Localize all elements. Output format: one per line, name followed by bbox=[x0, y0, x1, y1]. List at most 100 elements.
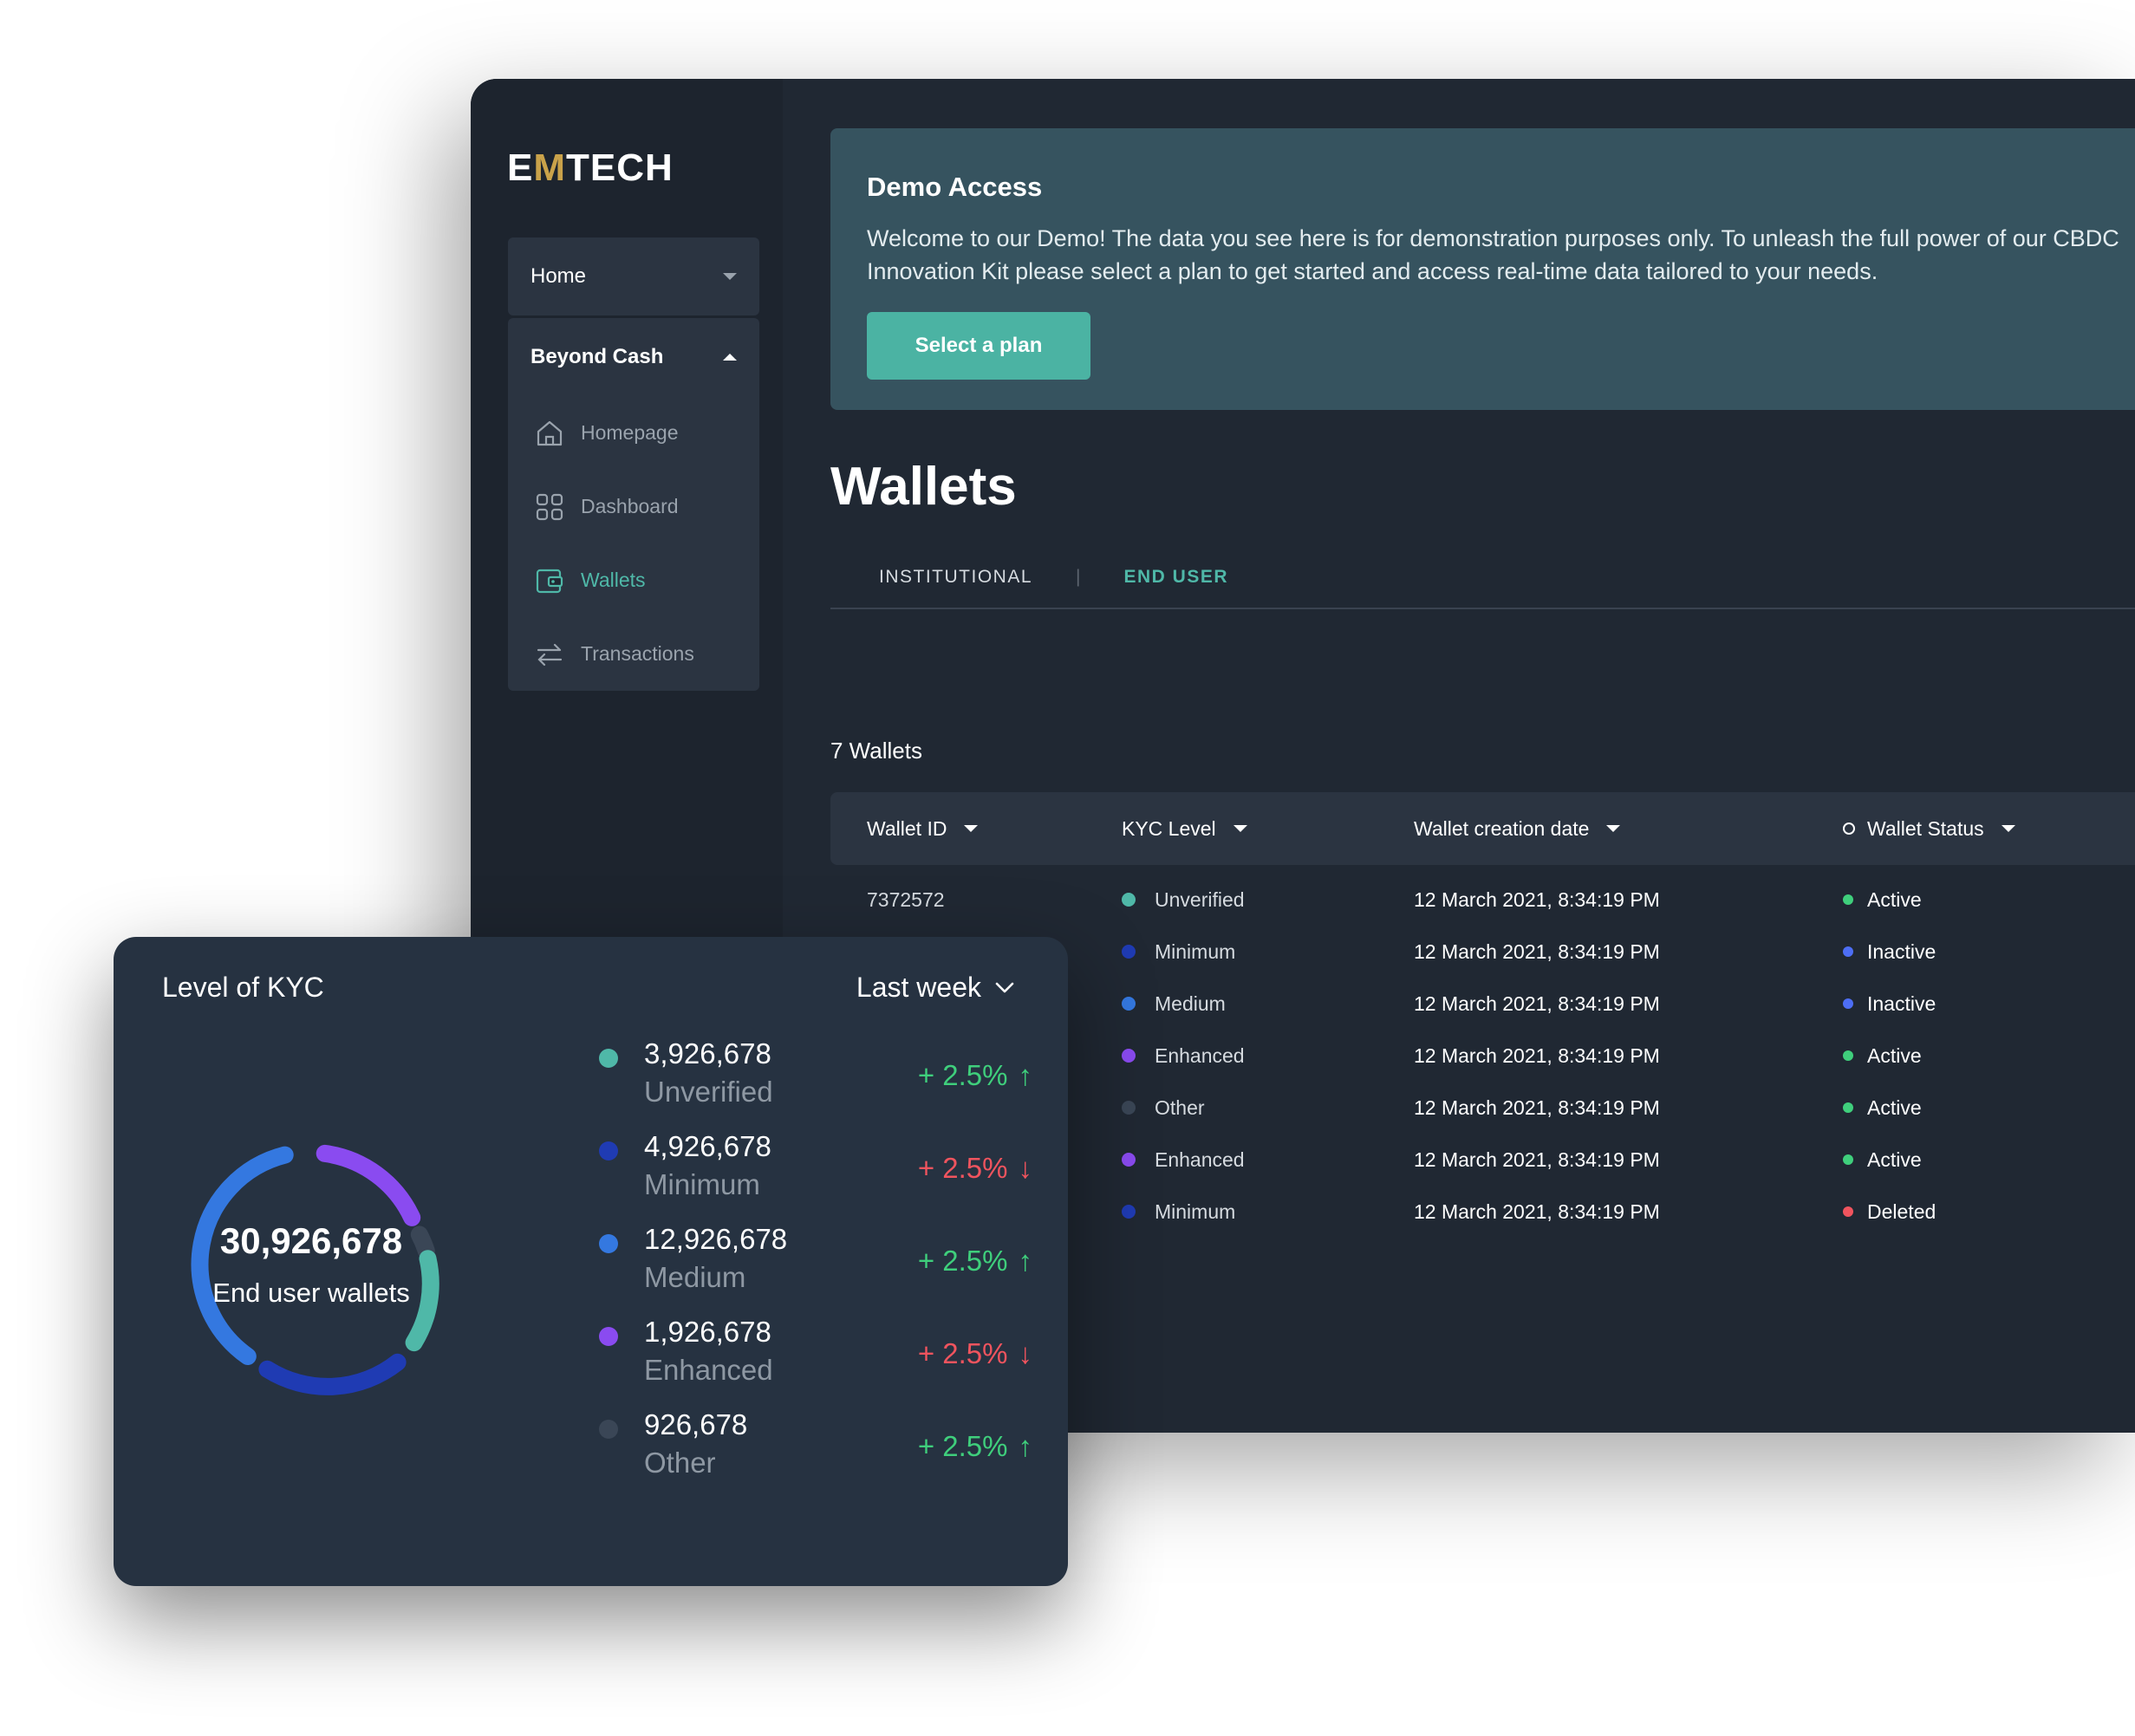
legend-name: Medium bbox=[644, 1261, 746, 1293]
legend-dot bbox=[599, 1234, 618, 1253]
sort-down-icon bbox=[1606, 825, 1621, 832]
change-value: + 2.5% bbox=[917, 1245, 1008, 1277]
banner-text: Welcome to our Demo! The data you see he… bbox=[867, 225, 2119, 284]
kyc-level: Other bbox=[1155, 1096, 1205, 1119]
creation-date-cell: 12 March 2021, 8:34:19 PM bbox=[1414, 1030, 1660, 1082]
page-title: Wallets bbox=[830, 457, 1017, 517]
kyc-level-cell: Medium bbox=[1122, 978, 1226, 1030]
banner-title: Demo Access bbox=[867, 172, 1043, 202]
trend-arrow-icon: ↑ bbox=[1018, 1430, 1033, 1462]
status-cell: Active bbox=[1843, 1134, 1922, 1186]
kyc-dot bbox=[1122, 893, 1136, 907]
status-cell: Deleted bbox=[1843, 1186, 1936, 1238]
trend-arrow-icon: ↑ bbox=[1018, 1059, 1033, 1091]
legend-value: 4,926,678 bbox=[644, 1130, 771, 1162]
legend-value: 12,926,678 bbox=[644, 1223, 788, 1255]
legend-value: 1,926,678 bbox=[644, 1316, 771, 1348]
legend-change: + 2.5% ↑ bbox=[918, 1430, 1032, 1463]
legend-name: Minimum bbox=[644, 1168, 760, 1200]
sort-down-icon bbox=[1233, 825, 1247, 832]
kyc-dot bbox=[1122, 1049, 1136, 1063]
header-label: Wallet ID bbox=[867, 816, 947, 840]
sort-down-icon bbox=[2001, 825, 2015, 832]
demo-banner: Demo Access Welcome to our Demo! The dat… bbox=[830, 128, 2135, 410]
kyc-level: Enhanced bbox=[1155, 1148, 1245, 1171]
total-wallets-label: End user wallets bbox=[212, 1278, 410, 1308]
creation-date-cell: 12 March 2021, 8:34:19 PM bbox=[1414, 1082, 1660, 1134]
sidebar-item-wallets[interactable]: Wallets bbox=[508, 543, 759, 617]
wallet-count: 7 Wallets bbox=[830, 738, 922, 764]
legend-value: 926,678 bbox=[644, 1408, 748, 1440]
period-filter-label: Last week bbox=[856, 972, 981, 1003]
legend-item: 1,926,678 Enhanced + 2.5% ↓ bbox=[599, 1316, 1032, 1402]
wallet-icon bbox=[536, 569, 563, 593]
legend-name: Enhanced bbox=[644, 1354, 773, 1386]
creation-date-cell: 12 March 2021, 8:34:19 PM bbox=[1414, 1134, 1660, 1186]
legend-change: + 2.5% ↑ bbox=[918, 1059, 1032, 1092]
status-dot bbox=[1843, 1102, 1853, 1113]
change-value: + 2.5% bbox=[917, 1337, 1008, 1369]
status-dot bbox=[1843, 1206, 1853, 1217]
legend-change: + 2.5% ↓ bbox=[918, 1337, 1032, 1370]
header-wallet-id[interactable]: Wallet ID bbox=[867, 792, 979, 865]
creation-date: 12 March 2021, 8:34:19 PM bbox=[1414, 1200, 1660, 1223]
status-dot bbox=[1843, 946, 1853, 957]
legend-name: Other bbox=[644, 1447, 716, 1479]
header-wallet-status[interactable]: Wallet Status bbox=[1843, 792, 2015, 865]
sidebar-item-transactions[interactable]: Transactions bbox=[508, 617, 759, 691]
status-cell: Inactive bbox=[1843, 926, 1936, 978]
header-kyc-level[interactable]: KYC Level bbox=[1122, 792, 1247, 865]
status-cell: Active bbox=[1843, 1082, 1922, 1134]
legend-item: 926,678 Other + 2.5% ↑ bbox=[599, 1408, 1032, 1495]
kyc-card-title: Level of KYC bbox=[162, 972, 324, 1003]
creation-date: 12 March 2021, 8:34:19 PM bbox=[1414, 888, 1660, 911]
status-dot bbox=[1843, 1154, 1853, 1165]
sidebar-item-dashboard[interactable]: Dashboard bbox=[508, 470, 759, 543]
status-cell: Inactive bbox=[1843, 978, 1936, 1030]
status-circle-icon bbox=[1843, 822, 1855, 835]
select-plan-button[interactable]: Select a plan bbox=[867, 312, 1090, 380]
sort-down-icon bbox=[964, 825, 979, 832]
change-value: + 2.5% bbox=[917, 1152, 1008, 1184]
nav-home-label: Home bbox=[530, 264, 587, 288]
sidebar-item-label: Dashboard bbox=[581, 495, 679, 517]
logo: E M TECH bbox=[507, 146, 674, 190]
tab-institutional[interactable]: INSTITUTIONAL bbox=[879, 567, 1032, 588]
creation-date: 12 March 2021, 8:34:19 PM bbox=[1414, 1096, 1660, 1119]
status-dot bbox=[1843, 998, 1853, 1009]
legend-item: 12,926,678 Medium + 2.5% ↑ bbox=[599, 1223, 1032, 1310]
kyc-level-cell: Minimum bbox=[1122, 1186, 1235, 1238]
legend-item: 4,926,678 Minimum + 2.5% ↓ bbox=[599, 1130, 1032, 1217]
legend-name: Unverified bbox=[644, 1076, 773, 1108]
table-row[interactable]: 7372572 Unverified 12 March 2021, 8:34:19 … bbox=[830, 874, 2135, 926]
logo-text-end: TECH bbox=[566, 146, 674, 189]
nav-home[interactable]: Home bbox=[508, 237, 759, 315]
sidebar-item-homepage[interactable]: Homepage bbox=[508, 396, 759, 470]
creation-date: 12 March 2021, 8:34:19 PM bbox=[1414, 940, 1660, 963]
tab-bar: INSTITUTIONAL | END USER bbox=[830, 547, 2135, 609]
legend-change: + 2.5% ↓ bbox=[918, 1152, 1032, 1185]
tab-end-user[interactable]: END USER bbox=[1123, 567, 1228, 588]
header-label: Wallet creation date bbox=[1414, 816, 1590, 840]
donut-center: 30,926,678 End user wallets bbox=[157, 1110, 465, 1419]
header-creation-date[interactable]: Wallet creation date bbox=[1414, 792, 1621, 865]
chevron-down-icon bbox=[995, 982, 1014, 992]
table-header: Wallet ID KYC Level Wallet creation date… bbox=[830, 792, 2135, 865]
kyc-level: Unverified bbox=[1155, 888, 1245, 911]
kyc-dot bbox=[1122, 1205, 1136, 1219]
legend-value: 3,926,678 bbox=[644, 1037, 771, 1070]
logo-accent: M bbox=[533, 146, 567, 189]
logo-text: E bbox=[507, 146, 534, 189]
status-label: Inactive bbox=[1867, 992, 1936, 1015]
legend-dot bbox=[599, 1141, 618, 1161]
kyc-level: Minimum bbox=[1155, 940, 1236, 963]
trend-arrow-icon: ↓ bbox=[1018, 1152, 1033, 1184]
arrows-icon bbox=[537, 643, 563, 666]
kyc-dot bbox=[1122, 1101, 1136, 1115]
nav-group-header[interactable]: Beyond Cash bbox=[508, 318, 759, 396]
change-value: + 2.5% bbox=[917, 1430, 1008, 1462]
legend-item: 3,926,678 Unverified + 2.5% ↑ bbox=[599, 1037, 1032, 1124]
tab-divider: | bbox=[1076, 567, 1081, 587]
creation-date-cell: 12 March 2021, 8:34:19 PM bbox=[1414, 978, 1660, 1030]
period-filter-dropdown[interactable]: Last week bbox=[856, 972, 1014, 1004]
